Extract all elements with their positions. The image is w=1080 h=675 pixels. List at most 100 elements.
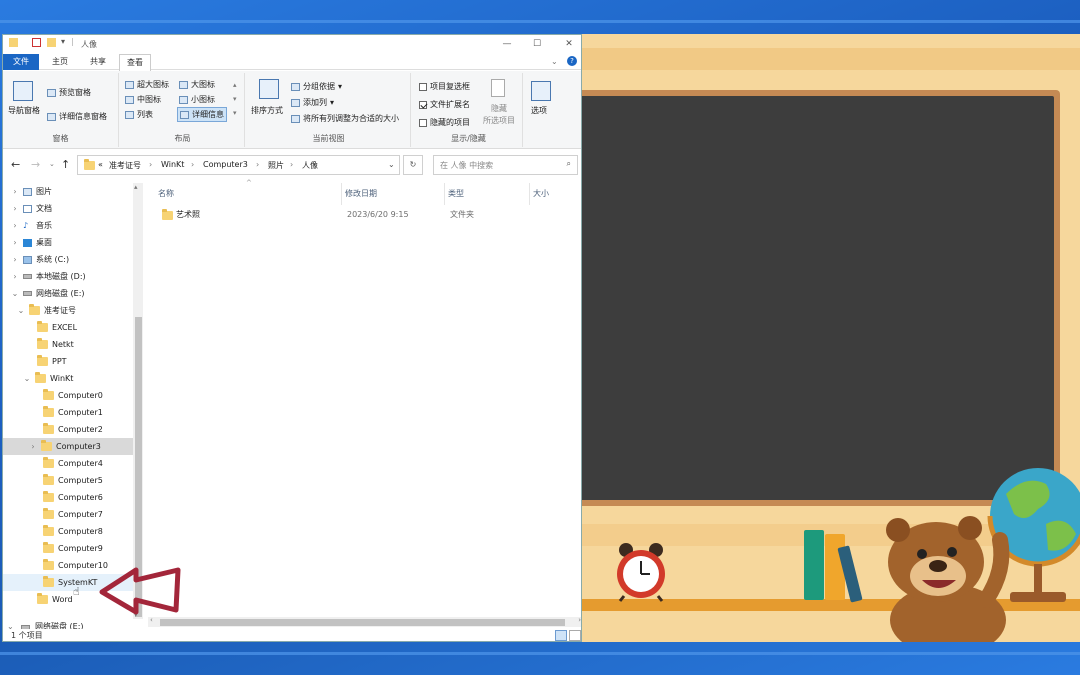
file-extensions-checkbox[interactable]: [419, 100, 427, 109]
nav-item-drive-c[interactable]: › 系统 (C:): [11, 251, 69, 268]
file-list-hscrollbar[interactable]: ‹ ›: [148, 616, 581, 627]
collapse-ribbon-icon[interactable]: ⌄: [551, 57, 558, 66]
table-row[interactable]: 艺术照 2023/6/20 9:15 文件夹: [158, 205, 578, 225]
column-header-name[interactable]: 名称: [158, 183, 342, 205]
scroll-right-icon[interactable]: ›: [578, 616, 581, 624]
maximize-button[interactable]: ☐: [527, 37, 547, 51]
breadcrumb-item[interactable]: 人像: [302, 160, 318, 171]
nav-item-folder[interactable]: Netkt: [37, 336, 74, 353]
nav-item-documents[interactable]: › 文档: [11, 200, 52, 217]
new-folder-icon[interactable]: [47, 38, 56, 47]
chevron-right-icon[interactable]: ›: [11, 217, 19, 234]
nav-item-folder-selected[interactable]: › Computer3: [3, 438, 133, 455]
blackboard-frame: [582, 90, 1060, 506]
navigation-pane-button[interactable]: 导航窗格: [8, 105, 40, 116]
nav-item-drive-e[interactable]: ⌄ 网络磁盘 (E:): [11, 285, 85, 302]
medium-icons-option[interactable]: 中图标: [125, 94, 161, 105]
breadcrumb-item[interactable]: Computer3: [203, 160, 248, 169]
properties-icon[interactable]: [32, 38, 41, 47]
breadcrumb-item[interactable]: WinKt: [161, 160, 184, 169]
nav-item-folder[interactable]: PPT: [37, 353, 67, 370]
nav-item-folder[interactable]: Computer7: [43, 506, 103, 523]
details-pane-button[interactable]: 详细信息窗格: [47, 111, 107, 122]
chevron-right-icon[interactable]: ›: [11, 200, 19, 217]
quick-access-dropdown-icon[interactable]: ▾: [61, 37, 65, 46]
fit-columns-button[interactable]: 将所有列调整为合适的大小: [291, 113, 399, 124]
list-option[interactable]: 列表: [125, 109, 153, 120]
item-checkboxes-toggle[interactable]: 项目复选框: [419, 81, 470, 92]
nav-item-folder[interactable]: Computer5: [43, 472, 103, 489]
nav-item-folder[interactable]: Computer6: [43, 489, 103, 506]
nav-item-folder[interactable]: Computer4: [43, 455, 103, 472]
tab-home[interactable]: 主页: [45, 54, 75, 70]
refresh-icon[interactable]: ↻: [403, 155, 423, 175]
scroll-left-icon[interactable]: ‹: [150, 616, 153, 624]
chevron-right-icon[interactable]: ›: [11, 183, 19, 200]
nav-item-pictures[interactable]: › 图片: [11, 183, 52, 200]
details-view-icon[interactable]: [555, 630, 567, 641]
forward-arrow-icon[interactable]: →: [31, 158, 40, 171]
nav-item-desktop[interactable]: › 桌面: [11, 234, 52, 251]
preview-pane-button[interactable]: 预览窗格: [47, 87, 91, 98]
close-button[interactable]: ✕: [559, 37, 579, 51]
small-icons-option[interactable]: 小图标: [179, 94, 215, 105]
layout-scroll-down-icon[interactable]: ▾: [233, 95, 237, 103]
layout-expand-icon[interactable]: ▾: [233, 109, 237, 117]
file-extensions-toggle[interactable]: 文件扩展名: [419, 99, 470, 110]
hscrollbar-thumb[interactable]: [160, 619, 565, 626]
help-icon[interactable]: ?: [567, 56, 577, 66]
nav-scrollbar[interactable]: ▴ ▾: [133, 183, 143, 619]
chevron-down-icon[interactable]: ⌄: [17, 302, 25, 319]
nav-item-label: Netkt: [52, 340, 74, 349]
add-column-button[interactable]: 添加列 ▾: [291, 97, 334, 108]
minimize-button[interactable]: —: [497, 37, 517, 51]
nav-item-folder[interactable]: Computer1: [43, 404, 103, 421]
nav-item-folder[interactable]: Computer9: [43, 540, 103, 557]
nav-item-folder[interactable]: Computer2: [43, 421, 103, 438]
breadcrumb-overflow[interactable]: «: [98, 160, 103, 169]
hidden-items-toggle[interactable]: 隐藏的项目: [419, 117, 470, 128]
extra-large-icons-option[interactable]: 超大图标: [125, 79, 169, 90]
layout-scroll-up-icon[interactable]: ▴: [233, 81, 237, 89]
chevron-down-icon[interactable]: ⌄: [11, 285, 19, 302]
breadcrumb-item[interactable]: 照片: [268, 160, 284, 171]
scroll-up-icon[interactable]: ▴: [134, 183, 138, 191]
details-option[interactable]: 详细信息: [177, 107, 227, 122]
breadcrumb-item[interactable]: 准考证号: [109, 160, 141, 171]
tab-file[interactable]: 文件: [3, 54, 39, 70]
back-arrow-icon[interactable]: ←: [11, 158, 20, 171]
nav-item-folder[interactable]: EXCEL: [37, 319, 77, 336]
tab-share[interactable]: 共享: [83, 54, 113, 70]
group-by-button[interactable]: 分组依据 ▾: [291, 81, 342, 92]
ribbon-tabs: 文件 主页 共享 查看 ⌄ ?: [3, 54, 581, 71]
address-dropdown-icon[interactable]: ⌄: [388, 160, 395, 169]
nav-item-label: 准考证号: [44, 306, 76, 315]
item-checkboxes-checkbox[interactable]: [419, 82, 427, 91]
nav-item-folder[interactable]: ⌄ WinKt: [23, 370, 73, 387]
column-header-size[interactable]: 大小: [533, 183, 578, 205]
chevron-right-icon[interactable]: ›: [11, 268, 19, 285]
chevron-right-icon[interactable]: ›: [11, 234, 19, 251]
large-icons-option[interactable]: 大图标: [179, 79, 215, 90]
large-icons-view-icon[interactable]: [569, 630, 581, 641]
up-arrow-icon[interactable]: ↑: [61, 158, 70, 171]
chevron-right-icon[interactable]: ›: [11, 251, 19, 268]
nav-item-folder[interactable]: ⌄ 准考证号: [17, 302, 76, 319]
search-input[interactable]: 在 人像 中搜索 ⌕: [433, 155, 578, 175]
chevron-down-icon[interactable]: ⌄: [23, 370, 31, 387]
nav-item-folder[interactable]: Computer0: [43, 387, 103, 404]
column-header-type[interactable]: 类型: [448, 183, 530, 205]
nav-item-folder[interactable]: Computer8: [43, 523, 103, 540]
recent-locations-icon[interactable]: ⌄: [49, 160, 55, 168]
options-button[interactable]: 选项: [531, 105, 547, 116]
column-header-modified[interactable]: 修改日期: [345, 183, 445, 205]
nav-item-music[interactable]: › ♪ 音乐: [11, 217, 52, 234]
hidden-items-checkbox[interactable]: [419, 118, 427, 127]
nav-item-drive-d[interactable]: › 本地磁盘 (D:): [11, 268, 85, 285]
tab-view[interactable]: 查看: [119, 54, 151, 71]
sort-by-button[interactable]: 排序方式: [251, 105, 283, 116]
address-bar[interactable]: « 准考证号 › WinKt › Computer3 › 照片 › 人像 ⌄: [77, 155, 400, 175]
nav-item-folder[interactable]: Word: [37, 591, 73, 608]
hide-selected-button[interactable]: 隐藏: [491, 103, 507, 114]
chevron-right-icon[interactable]: ›: [29, 438, 37, 455]
